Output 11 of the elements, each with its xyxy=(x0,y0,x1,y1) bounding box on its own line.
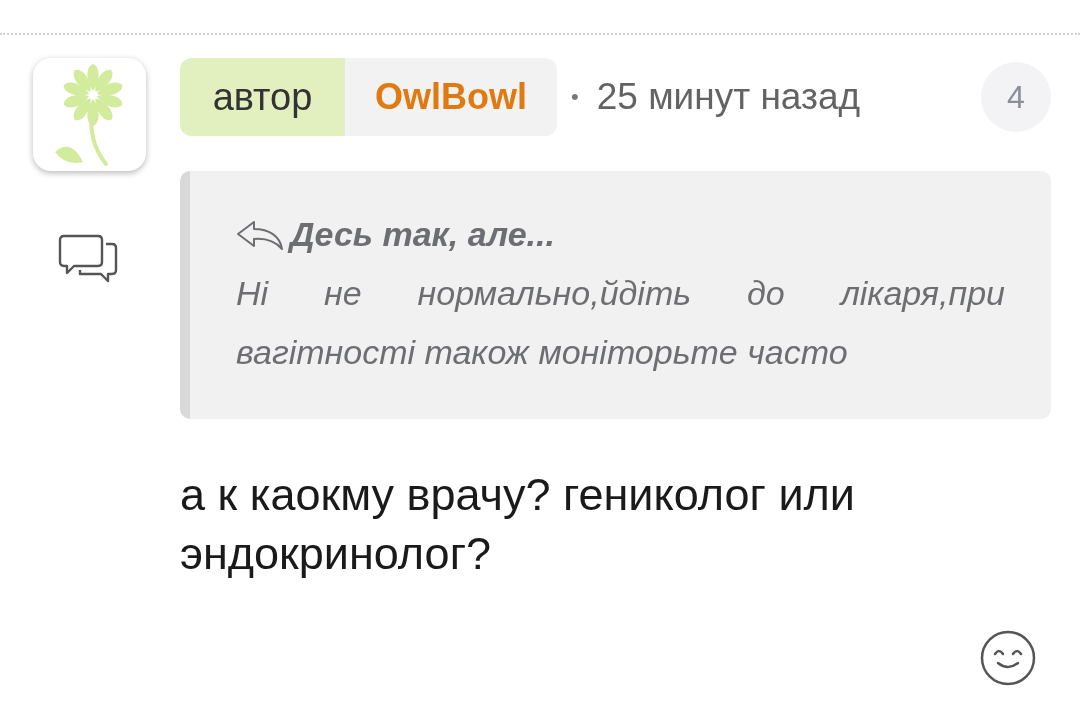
quote-text: Ні не нормально,йдіть до лікаря,при вагітності також моніторьте часто xyxy=(236,273,1005,373)
flower-avatar-icon xyxy=(33,58,146,171)
role-label: автор xyxy=(180,58,345,136)
post-time: 25 минут назад xyxy=(596,76,861,118)
smiley-icon[interactable] xyxy=(980,630,1036,686)
reply-arrow-icon xyxy=(236,218,284,251)
comment-count: 4 xyxy=(981,62,1051,132)
separator-dot: • xyxy=(571,84,579,110)
username-link[interactable]: OwlBowl xyxy=(345,58,557,136)
chat-bubbles-icon[interactable] xyxy=(57,234,118,284)
comment-text: а к каокму врачу? гениколог или эндокринолог? xyxy=(180,468,856,581)
